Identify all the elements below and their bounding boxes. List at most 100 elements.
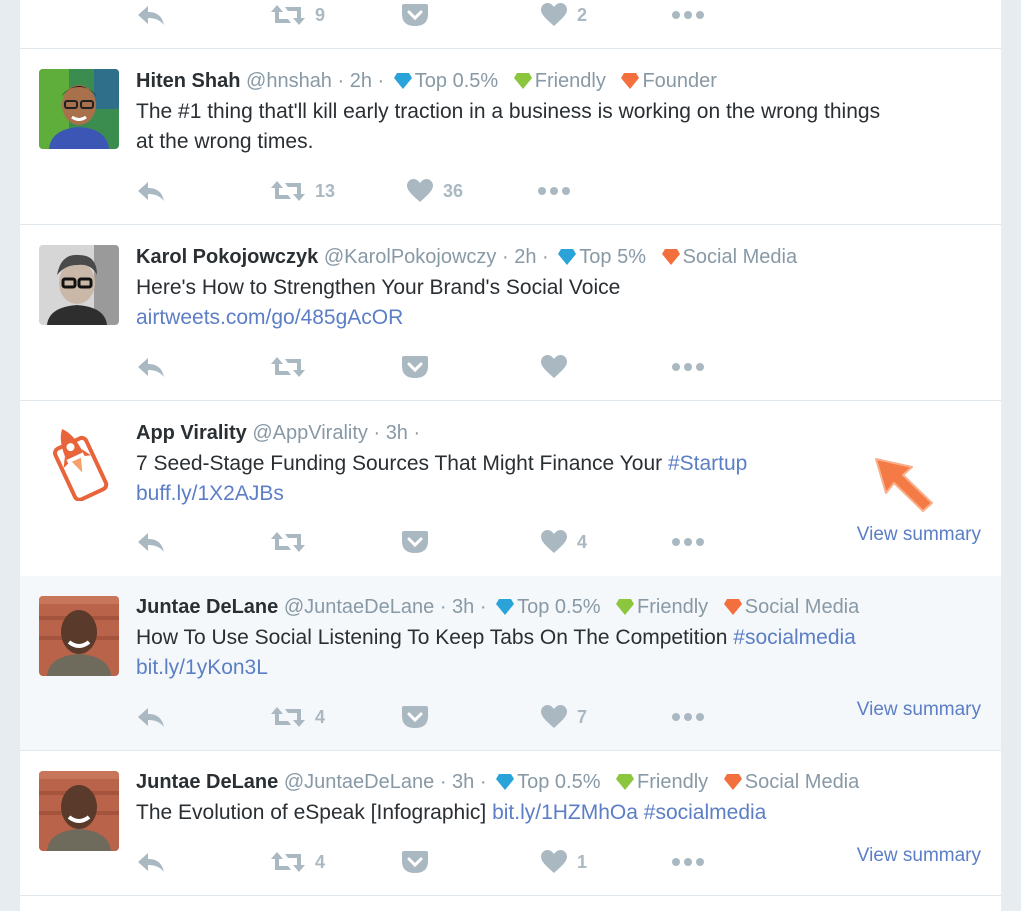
retweet-count: 4 [315, 706, 326, 727]
separator-dot: · [542, 246, 549, 268]
more-button[interactable] [671, 847, 705, 877]
timestamp[interactable]: 3h [386, 422, 408, 444]
tweet-text: 7 Seed-Stage Funding Sources That Might … [136, 449, 986, 509]
retweet-count: 9 [315, 4, 326, 25]
pocket-button[interactable] [401, 847, 429, 877]
reply-button[interactable] [136, 702, 166, 732]
tweet-text-line: The Evolution of eSpeak [Infographic] [136, 801, 493, 824]
timestamp[interactable]: 3h [452, 596, 474, 618]
retweet-icon [271, 181, 305, 201]
more-button[interactable] [671, 527, 705, 557]
view-summary-link[interactable]: View summary [857, 699, 981, 721]
avatar[interactable] [39, 69, 119, 149]
tweet-text-line: at the wrong times. [136, 130, 314, 153]
retweet-icon [271, 532, 305, 552]
tweet-link[interactable]: bit.ly/1HZMhOa [492, 801, 638, 824]
reply-button[interactable] [136, 176, 166, 206]
view-summary-link[interactable]: View summary [857, 524, 981, 546]
badge-top: Top 5% [558, 246, 646, 268]
heart-icon [541, 530, 567, 553]
tweet-feed: 9 2 Hiten Shah @hnshah · 2h · Top 0.5% F… [20, 0, 1001, 911]
badge-top: Top 0.5% [496, 771, 600, 793]
tweet-item[interactable]: App Virality @AppVirality · 3h · 7 Seed-… [20, 401, 1001, 575]
retweet-icon [271, 852, 305, 872]
like-button[interactable]: 1 [541, 847, 587, 877]
like-button[interactable] [541, 352, 567, 382]
separator-dot: · [337, 70, 345, 92]
more-button[interactable] [671, 352, 705, 382]
tweet-header: Juntae DeLane @JuntaeDeLane · 3h · Top 0… [136, 770, 859, 794]
badge-label: Top 5% [579, 246, 646, 268]
author-handle[interactable]: @AppVirality [252, 422, 368, 444]
heart-icon [541, 355, 567, 378]
retweet-button[interactable] [271, 352, 305, 382]
author-name[interactable]: App Virality [136, 422, 247, 444]
tweet-item[interactable]: Hiten Shah @hnshah · 2h · Top 0.5% Frien… [20, 49, 1001, 224]
like-button[interactable]: 36 [407, 176, 463, 206]
author-name[interactable]: Karol Pokojowczyk [136, 246, 318, 268]
pocket-button[interactable] [401, 702, 429, 732]
avatar[interactable] [39, 596, 119, 676]
tweet-link[interactable]: bit.ly/1yKon3L [136, 656, 268, 679]
author-handle[interactable]: @KarolPokojowczy [324, 246, 497, 268]
badge-founder: Founder [621, 70, 717, 92]
diamond-icon [513, 73, 532, 89]
diamond-icon [621, 73, 640, 89]
retweet-icon [271, 707, 305, 727]
author-name[interactable]: Juntae DeLane [136, 596, 278, 618]
author-handle[interactable]: @JuntaeDeLane [284, 596, 434, 618]
pocket-button[interactable] [401, 527, 429, 557]
tweet-text: The Evolution of eSpeak [Infographic] bi… [136, 798, 986, 828]
more-button[interactable] [671, 702, 705, 732]
tweet-header: Karol Pokojowczyk @KarolPokojowczy · 2h … [136, 245, 797, 269]
hashtag-link[interactable]: #socialmedia [733, 626, 856, 649]
badge-social-media: Social Media [661, 246, 797, 268]
badge-social-media: Social Media [723, 596, 859, 618]
timestamp[interactable]: 3h [452, 771, 474, 793]
retweet-button[interactable]: 9 [271, 0, 325, 30]
author-handle[interactable]: @hnshah [246, 70, 332, 92]
timestamp[interactable]: 2h [350, 70, 372, 92]
badge-friendly: Friendly [616, 596, 708, 618]
reply-button[interactable] [136, 527, 166, 557]
reply-button[interactable] [136, 352, 166, 382]
author-name[interactable]: Juntae DeLane [136, 771, 278, 793]
badge-top: Top 0.5% [393, 70, 498, 92]
reply-button[interactable] [136, 847, 166, 877]
more-dots-icon [538, 187, 570, 195]
like-button[interactable]: 4 [541, 527, 587, 557]
hashtag-link[interactable]: #Startup [668, 452, 747, 475]
separator-dot: · [377, 70, 385, 92]
pocket-icon [402, 4, 428, 26]
retweet-button[interactable]: 13 [271, 176, 335, 206]
tweet-text: The #1 thing that'll kill early traction… [136, 97, 986, 157]
like-count: 1 [577, 851, 588, 872]
more-button[interactable] [537, 176, 571, 206]
hashtag-link[interactable]: #socialmedia [644, 801, 767, 824]
avatar[interactable] [39, 771, 119, 851]
tweet-item[interactable]: Karol Pokojowczyk @KarolPokojowczy · 2h … [20, 225, 1001, 400]
tweet-item[interactable]: Juntae DeLane @JuntaeDeLane · 3h · Top 0… [20, 751, 1001, 895]
pocket-button[interactable] [401, 352, 429, 382]
avatar[interactable] [39, 421, 119, 501]
tweet-item[interactable]: Juntae DeLane @JuntaeDeLane · 3h · Top 0… [20, 576, 1001, 750]
avatar[interactable] [39, 245, 119, 325]
retweet-button[interactable] [271, 527, 305, 557]
retweet-button[interactable]: 4 [271, 702, 325, 732]
reply-button[interactable] [136, 0, 166, 30]
timestamp[interactable]: 2h [514, 246, 536, 268]
pocket-button[interactable] [401, 0, 429, 30]
like-button[interactable]: 2 [541, 0, 587, 30]
badge-top: Top 0.5% [496, 596, 600, 618]
author-handle[interactable]: @JuntaeDeLane [284, 771, 434, 793]
retweet-count: 4 [315, 851, 326, 872]
more-button[interactable] [671, 0, 705, 30]
tweet-link[interactable]: buff.ly/1X2AJBs [136, 482, 284, 505]
tweet-header: Hiten Shah @hnshah · 2h · Top 0.5% Frien… [136, 69, 717, 93]
retweet-button[interactable]: 4 [271, 847, 325, 877]
view-summary-link[interactable]: View summary [857, 845, 981, 867]
tweet-link[interactable]: airtweets.com/go/485gAcOR [136, 306, 403, 329]
retweet-count: 13 [315, 180, 336, 201]
author-name[interactable]: Hiten Shah [136, 70, 240, 92]
like-button[interactable]: 7 [541, 702, 587, 732]
